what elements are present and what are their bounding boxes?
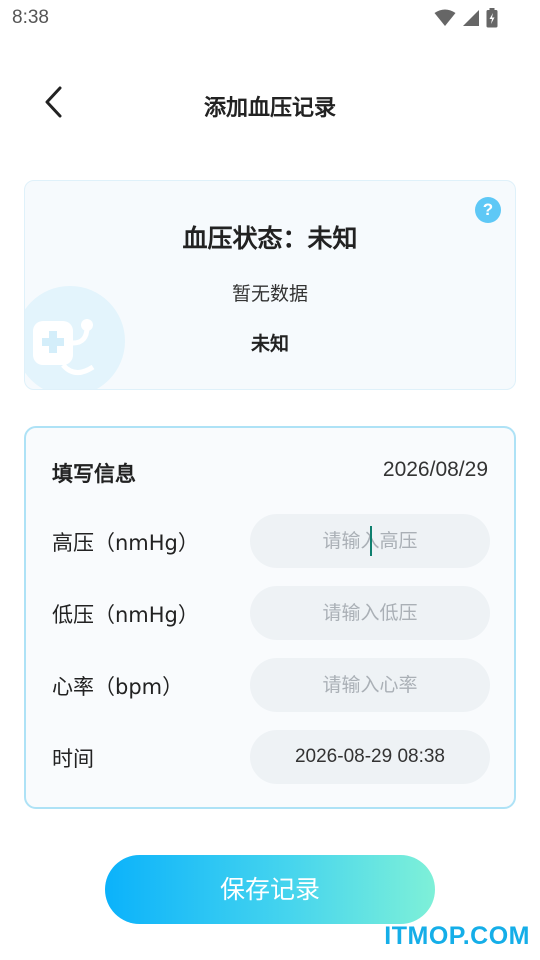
status-bar: 8:38 bbox=[0, 0, 540, 36]
wifi-icon bbox=[434, 9, 456, 31]
save-record-button[interactable]: 保存记录 bbox=[105, 855, 435, 924]
status-icons bbox=[434, 8, 498, 32]
time-row: 时间 2026-08-29 08:38 bbox=[26, 730, 514, 784]
diastolic-input[interactable]: 请输入低压 bbox=[250, 586, 490, 640]
diastolic-label: 低压（nmHg） bbox=[52, 603, 199, 627]
form-title: 填写信息 bbox=[52, 462, 136, 486]
bp-status-title: 血压状态：未知 bbox=[182, 224, 358, 253]
heart-rate-input[interactable]: 请输入心率 bbox=[250, 658, 490, 712]
site-watermark: ITMOP.COM bbox=[384, 922, 530, 950]
time-value: 2026-08-29 08:38 bbox=[294, 746, 445, 767]
systolic-input[interactable]: 请输入高压 bbox=[250, 514, 490, 568]
page-title: 添加血压记录 bbox=[203, 96, 336, 121]
bp-status-value: 未知 bbox=[250, 333, 289, 355]
heart-rate-placeholder: 请输入心率 bbox=[322, 674, 418, 696]
nav-bar: 添加血压记录 bbox=[0, 72, 540, 138]
time-picker[interactable]: 2026-08-29 08:38 bbox=[250, 730, 490, 784]
systolic-row: 高压（nmHg） 请输入高压 bbox=[26, 514, 514, 568]
systolic-label: 高压（nmHg） bbox=[52, 531, 199, 555]
battery-icon bbox=[486, 8, 498, 32]
form-date[interactable]: 2026/08/29 bbox=[383, 458, 488, 482]
heart-rate-label: 心率（bpm） bbox=[52, 675, 184, 699]
time-label: 时间 bbox=[52, 747, 94, 771]
text-caret bbox=[370, 526, 372, 556]
bp-status-subtitle: 暂无数据 bbox=[231, 283, 308, 305]
signal-icon bbox=[462, 9, 480, 31]
diastolic-row: 低压（nmHg） 请输入低压 bbox=[26, 586, 514, 640]
record-form-card: 填写信息 2026/08/29 高压（nmHg） 请输入高压 低压（nmHg） … bbox=[24, 426, 516, 809]
diastolic-placeholder: 请输入低压 bbox=[322, 602, 418, 624]
bp-status-card: ? 血压状态：未知 暂无数据 未知 bbox=[24, 180, 516, 390]
heart-rate-row: 心率（bpm） 请输入心率 bbox=[26, 658, 514, 712]
status-time: 8:38 bbox=[12, 7, 49, 28]
